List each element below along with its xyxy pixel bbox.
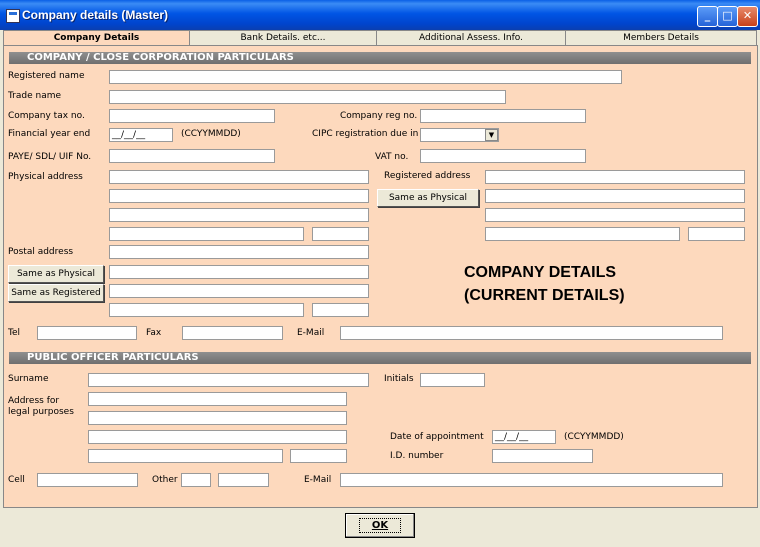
officer-email-label: E-Mail	[304, 475, 332, 485]
initials-input[interactable]	[420, 373, 485, 387]
surname-input[interactable]	[88, 373, 369, 387]
cipc-due-select[interactable]: ▼	[420, 128, 499, 142]
cell-input[interactable]	[37, 473, 138, 487]
company-tax-no-input[interactable]	[109, 109, 275, 123]
physical-address-line4[interactable]	[109, 227, 304, 241]
window-title: Company details (Master)	[22, 8, 169, 22]
cipc-due-label: CIPC registration due in	[312, 129, 419, 139]
vat-no-label: VAT no.	[375, 152, 409, 162]
paye-input[interactable]	[109, 149, 275, 163]
paye-label: PAYE/ SDL/ UIF No.	[8, 152, 92, 162]
legal-postal-code[interactable]	[290, 449, 347, 463]
ok-button-label: OK	[358, 518, 402, 533]
company-section-header: COMPANY / CLOSE CORPORATION PARTICULARS	[9, 52, 751, 64]
company-details-banner-line1: COMPANY DETAILS	[464, 264, 617, 281]
date-of-appointment-input[interactable]: __/__/__	[492, 430, 556, 444]
legal-address-line3[interactable]	[88, 430, 347, 444]
postal-address-label: Postal address	[8, 247, 74, 257]
id-number-input[interactable]	[492, 449, 593, 463]
date-of-appointment-format-label: (CCYYMMDD)	[564, 432, 624, 442]
chevron-down-icon[interactable]: ▼	[485, 129, 498, 141]
financial-year-end-label: Financial year end	[8, 129, 91, 139]
fax-label: Fax	[146, 328, 162, 338]
company-reg-no-input[interactable]	[420, 109, 586, 123]
registered-address-line1[interactable]	[485, 170, 745, 184]
trade-name-label: Trade name	[8, 91, 62, 101]
other-number-input[interactable]	[218, 473, 269, 487]
postal-address-line1[interactable]	[109, 245, 369, 259]
officer-section-header: PUBLIC OFFICER PARTICULARS	[9, 352, 751, 364]
title-bar: Company details (Master) _ □ ✕	[0, 0, 760, 30]
financial-year-end-input[interactable]: __/__/__	[109, 128, 173, 142]
tel-input[interactable]	[37, 326, 137, 340]
tab-additional-assess[interactable]: Additional Assess. Info.	[376, 30, 566, 45]
financial-year-format-label: (CCYYMMDD)	[181, 129, 241, 139]
registered-address-line2[interactable]	[485, 189, 745, 203]
tel-label: Tel	[8, 328, 21, 338]
cell-label: Cell	[8, 475, 25, 485]
legal-address-label-line2: legal purposes	[8, 407, 74, 417]
postal-address-line4[interactable]	[109, 303, 304, 317]
physical-address-line1[interactable]	[109, 170, 369, 184]
registered-address-line3[interactable]	[485, 208, 745, 222]
postal-postal-code[interactable]	[312, 303, 369, 317]
registered-address-label: Registered address	[384, 171, 471, 181]
physical-postal-code[interactable]	[312, 227, 369, 241]
email-input[interactable]	[340, 326, 723, 340]
tab-members-details[interactable]: Members Details	[565, 30, 757, 45]
date-of-appointment-label: Date of appointment	[390, 432, 484, 442]
postal-address-line2[interactable]	[109, 265, 369, 279]
maximize-button[interactable]: □	[717, 6, 738, 27]
trade-name-input[interactable]	[109, 90, 506, 104]
tab-bank-details[interactable]: Bank Details. etc...	[189, 30, 377, 45]
tab-company-details[interactable]: Company Details	[3, 30, 190, 46]
close-button[interactable]: ✕	[737, 6, 758, 27]
tab-strip: Company Details Bank Details. etc... Add…	[3, 30, 757, 46]
id-number-label: I.D. number	[390, 451, 444, 461]
company-tax-no-label: Company tax no.	[8, 111, 85, 121]
legal-address-label-line1: Address for	[8, 396, 60, 406]
legal-address-line1[interactable]	[88, 392, 347, 406]
physical-address-line2[interactable]	[109, 189, 369, 203]
email-label: E-Mail	[297, 328, 325, 338]
company-reg-no-label: Company reg no.	[340, 111, 418, 121]
surname-label: Surname	[8, 374, 49, 384]
registered-name-label: Registered name	[8, 71, 85, 81]
physical-address-line3[interactable]	[109, 208, 369, 222]
minimize-button[interactable]: _	[697, 6, 718, 27]
other-label: Other	[152, 475, 178, 485]
officer-email-input[interactable]	[340, 473, 723, 487]
postal-address-line3[interactable]	[109, 284, 369, 298]
postal-same-as-physical-button[interactable]: Same as Physical	[8, 265, 104, 283]
physical-address-label: Physical address	[8, 172, 83, 182]
vat-no-input[interactable]	[420, 149, 586, 163]
registered-postal-code[interactable]	[688, 227, 745, 241]
initials-label: Initials	[384, 374, 414, 384]
same-as-physical-button[interactable]: Same as Physical	[377, 189, 479, 207]
legal-address-line4[interactable]	[88, 449, 283, 463]
registered-name-input[interactable]	[109, 70, 622, 84]
fax-input[interactable]	[182, 326, 283, 340]
company-details-banner-line2: (CURRENT DETAILS)	[464, 287, 625, 304]
postal-same-as-registered-button[interactable]: Same as Registered	[8, 284, 104, 302]
legal-address-line2[interactable]	[88, 411, 347, 425]
ok-button[interactable]: OK	[345, 513, 415, 538]
app-icon	[6, 9, 20, 23]
other-code-input[interactable]	[181, 473, 211, 487]
registered-address-line4[interactable]	[485, 227, 680, 241]
